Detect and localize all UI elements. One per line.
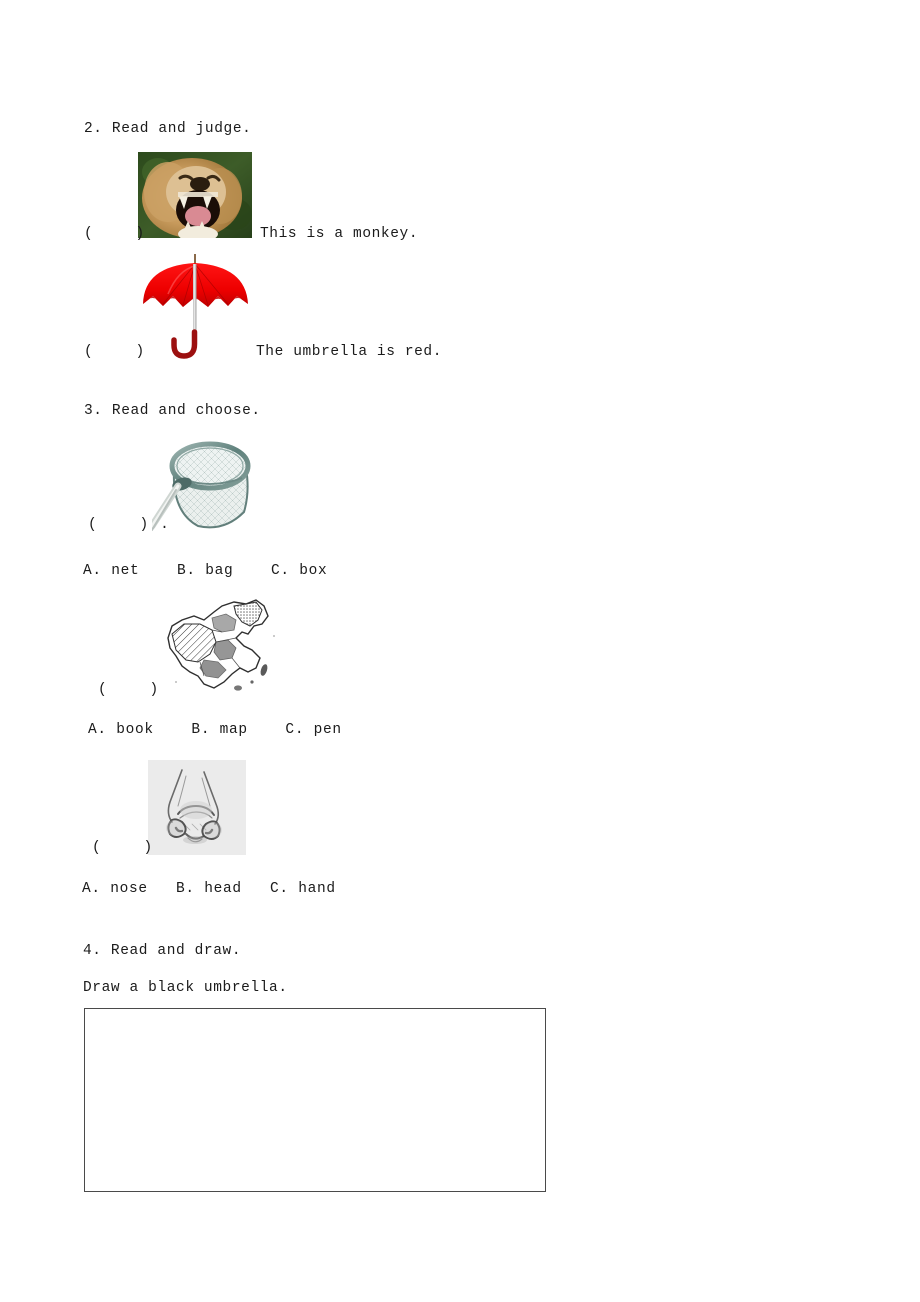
judge-sentence-1: This is a monkey. bbox=[260, 226, 419, 242]
choose-paren-1[interactable]: ( ) . bbox=[88, 518, 170, 533]
section-4-heading: 4. Read and draw. bbox=[83, 943, 242, 959]
judge-sentence-2: The umbrella is red. bbox=[256, 344, 443, 360]
section-2-heading: 2. Read and judge. bbox=[84, 121, 252, 137]
judge-paren-2[interactable]: ( ) bbox=[84, 345, 146, 360]
choose-options-2[interactable]: A. book B. map C. pen bbox=[88, 723, 342, 738]
choose-paren-2[interactable]: ( ) bbox=[98, 683, 160, 698]
drawing-answer-box[interactable] bbox=[84, 1008, 546, 1192]
choose-options-1[interactable]: A. net B. bag C. box bbox=[83, 564, 327, 579]
judge-paren-1[interactable]: ( ) bbox=[84, 227, 146, 242]
china-map-photo bbox=[156, 596, 286, 696]
red-umbrella-photo bbox=[138, 252, 254, 360]
nose-sketch-photo bbox=[148, 760, 246, 855]
worksheet-page: 2. Read and judge. () This is a monkey.… bbox=[0, 0, 920, 1302]
section-3-heading: 3. Read and choose. bbox=[84, 403, 261, 419]
choose-options-3[interactable]: A. nose B. head C. hand bbox=[82, 882, 336, 897]
draw-instruction: Draw a black umbrella. bbox=[83, 980, 288, 996]
lion-photo bbox=[138, 152, 252, 238]
choose-paren-3[interactable]: ( ) bbox=[92, 841, 154, 856]
